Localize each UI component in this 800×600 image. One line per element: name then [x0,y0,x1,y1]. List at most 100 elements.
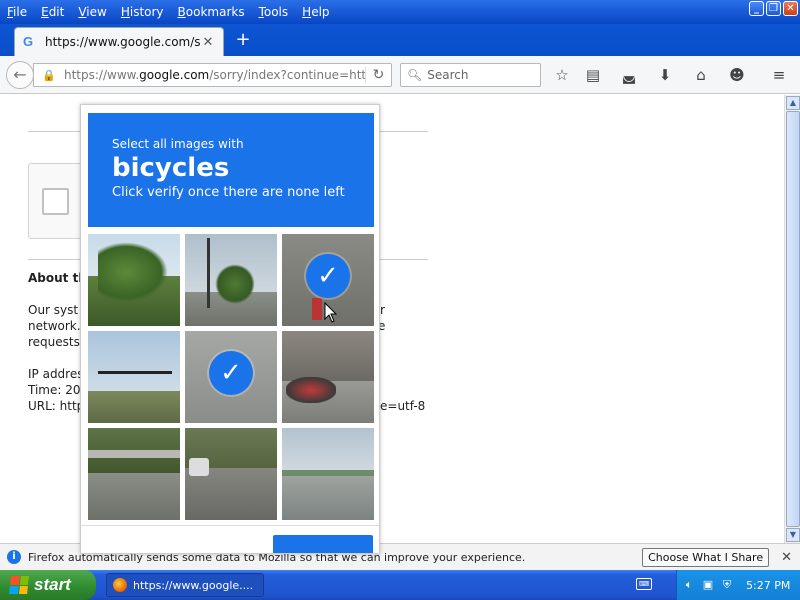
menu-edit-accel: E [41,5,49,19]
url-prefix: https://www. [64,68,140,82]
menu-view-label: iew [86,5,107,19]
start-label: start [34,575,71,594]
back-button[interactable]: ← [6,61,34,89]
volume-icon[interactable]: 🔈︎ [682,578,696,592]
overpass-image [88,450,180,458]
menu-edit[interactable]: Edit [34,5,71,19]
captcha-tile-9[interactable] [282,428,374,520]
search-input[interactable] [427,68,528,82]
captcha-prompt: Select all images with [112,137,244,151]
captcha-challenge: Select all images with bicycles Click ve… [80,104,380,554]
start-button[interactable]: start [0,570,96,600]
clock[interactable]: 5:27 PM [746,579,790,592]
recaptcha-widget [28,163,88,239]
captcha-target: bicycles [112,153,230,183]
tile-sky [88,331,180,391]
menu-file-label: ile [13,5,28,19]
close-window-button[interactable]: ✕ [783,1,798,16]
google-favicon-icon: G [23,34,34,49]
nav-bar: 🔒 https://www.google.com/sorry/index?con… [0,56,800,94]
tile-building [282,331,374,381]
tab-title: https://www.google.com/sea... [45,35,201,49]
menu-edit-label: dit [48,5,65,19]
text-line-3: requests [28,335,80,349]
keyboard-icon[interactable]: ⌨ [636,578,652,590]
ip-address-label: IP addres [28,367,84,381]
scroll-down-icon[interactable]: ▼ [786,528,800,542]
taskbar-firefox-item[interactable]: https://www.google.... [106,573,264,597]
minimize-button[interactable]: _ [749,1,764,16]
scroll-thumb[interactable] [786,111,800,527]
verify-button[interactable] [273,535,373,553]
logo-yellow [18,585,28,594]
traffic-light-pole-image [98,371,172,374]
motorcycles-image [286,377,336,403]
not-a-robot-checkbox[interactable] [42,188,69,215]
scroll-up-icon[interactable]: ▲ [786,96,800,110]
url-domain: google.com [139,68,210,82]
home-icon[interactable]: ⌂ [691,65,711,85]
security-shield-icon[interactable]: ⛨ [720,578,734,592]
new-tab-button[interactable]: + [234,30,252,50]
smiley-feedback-icon[interactable]: ☻ [727,65,747,85]
captcha-tile-4[interactable] [88,331,180,423]
text-line-1-end: r [380,303,385,317]
network-icon[interactable]: ▣ [701,578,715,592]
parked-car-image [189,458,209,476]
url-label-end: e=utf-8 [380,399,426,413]
hamburger-menu-icon[interactable]: ≡ [769,65,789,85]
menu-history[interactable]: History [114,5,171,19]
menu-bookmarks-label: ookmarks [185,5,245,19]
url-path: /sorry/index?continue=https:/ [209,68,365,82]
captcha-tile-1[interactable] [88,234,180,326]
firefox-icon [113,578,127,592]
notification-close-icon[interactable]: ✕ [781,550,792,565]
captcha-tile-8[interactable] [185,428,277,520]
tree-image [215,264,255,304]
url-text[interactable]: https://www.google.com/sorry/index?conti… [64,68,365,82]
url-label: URL: http [28,399,85,413]
captcha-tile-5[interactable]: ✓ [185,331,277,423]
logo-blue [9,585,19,594]
choose-what-i-share-button[interactable]: Choose What I Share [642,547,770,567]
window-controls: _ ❐ ✕ [749,1,798,16]
selected-check-icon: ✓ [209,351,253,395]
menu-tools[interactable]: Tools [252,5,296,19]
reading-list-icon[interactable]: ▤ [583,65,603,85]
url-bar[interactable]: 🔒 https://www.google.com/sorry/index?con… [33,63,392,87]
logo-green [19,576,29,585]
menu-view[interactable]: View [71,5,113,19]
taskbar-item-label: https://www.google.... [133,578,254,592]
text-line-1: Our syst [28,303,79,317]
streetlight-image [207,238,210,308]
reload-icon[interactable]: ↻ [365,67,391,83]
search-icon: 🔍︎ [407,68,423,82]
restore-button[interactable]: ❐ [766,1,781,16]
captcha-tile-2[interactable] [185,234,277,326]
menu-history-label: istory [129,5,164,19]
menu-file[interactable]: File [0,5,34,19]
tile-ground [88,391,180,423]
system-tray: 🔈︎ ▣ ⛨ 5:27 PM [676,570,800,600]
menu-help[interactable]: Help [295,5,336,19]
captcha-tile-7[interactable] [88,428,180,520]
downloads-icon[interactable]: ⬇ [655,65,675,85]
bookmark-star-icon[interactable]: ☆ [552,65,572,85]
menu-tools-label: ools [263,5,289,19]
vertical-scrollbar[interactable]: ▲ ▼ [784,95,800,543]
lock-icon[interactable]: 🔒 [38,69,60,82]
captcha-tile-6[interactable] [282,331,374,423]
time-label: Time: 20 [28,383,81,397]
menu-bookmarks[interactable]: Bookmarks [171,5,252,19]
search-bar[interactable]: 🔍︎ [400,63,541,87]
tab-close-icon[interactable]: ✕ [201,35,215,50]
windows-logo-icon [9,576,29,594]
captcha-instruction: Click verify once there are none left [112,185,345,200]
taskbar: start https://www.google.... ⌨ 🔈︎ ▣ ⛨ 5:… [0,570,800,600]
tile-ground [88,473,180,520]
tab-google[interactable]: G https://www.google.com/sea... ✕ [14,27,224,56]
tile-ground [282,476,374,520]
selected-check-icon: ✓ [306,254,350,298]
pocket-icon[interactable]: ◛ [619,65,639,85]
menu-bar: File Edit View History Bookmarks Tools H… [0,0,800,24]
